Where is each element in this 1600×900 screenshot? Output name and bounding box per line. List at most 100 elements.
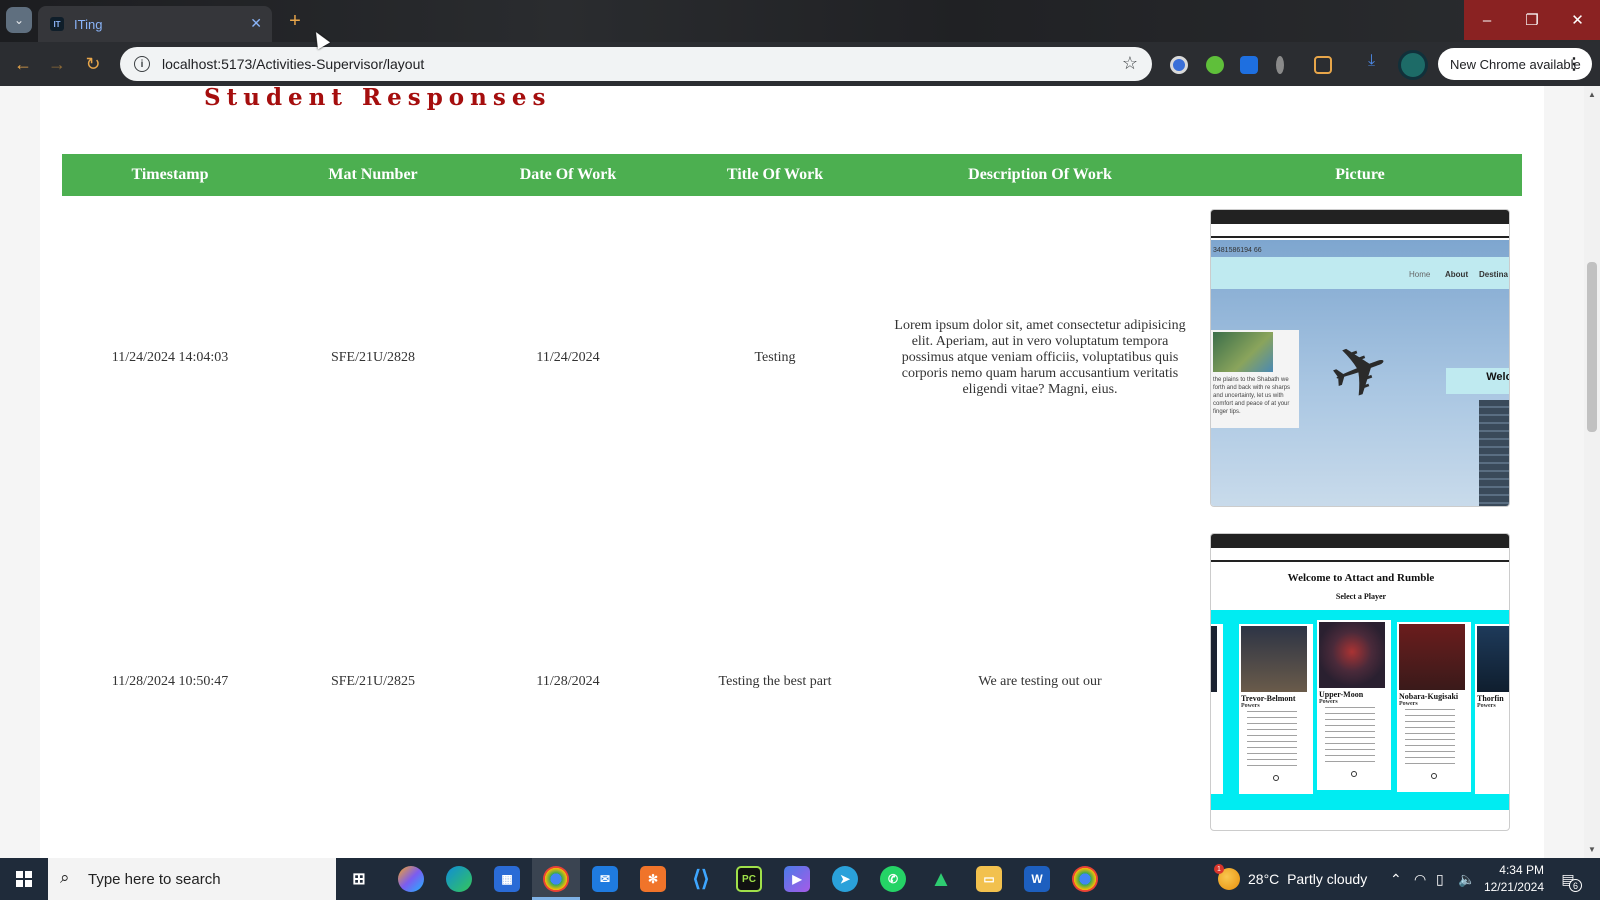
back-arrow-icon[interactable]: ←: [10, 51, 36, 77]
thumbnail-info-card: the plains to the Shabath we forth and b…: [1211, 329, 1299, 428]
thumbnail-nav-destination: Destina: [1479, 269, 1508, 279]
cell-title-of-work: Testing the best part: [718, 674, 832, 689]
search-placeholder: Type here to search: [88, 870, 221, 888]
file-explorer-icon[interactable]: ▭: [976, 866, 1002, 892]
column-header-date-of-work: Date Of Work: [468, 154, 668, 196]
cell-date-of-work: 11/28/2024: [536, 674, 600, 689]
select-radio[interactable]: [1431, 773, 1437, 779]
select-radio[interactable]: [1351, 771, 1357, 777]
mail-icon[interactable]: ✉: [592, 866, 618, 892]
browser-tab[interactable]: IT ITing ✕: [38, 6, 272, 42]
chevron-up-icon[interactable]: ⌃: [1390, 871, 1402, 888]
player-name: Thorfin: [1477, 694, 1504, 703]
notification-center-icon[interactable]: ▤ 6: [1554, 866, 1582, 892]
chrome-icon[interactable]: [543, 866, 569, 892]
scrollbar-thumb[interactable]: [1587, 262, 1597, 432]
description-text: Lorem ipsum dolor sit, amet consectetur …: [894, 317, 1186, 397]
tab-search-button[interactable]: ⌄: [6, 7, 32, 33]
close-icon[interactable]: ✕: [250, 15, 262, 32]
xampp-icon[interactable]: ✻: [640, 866, 666, 892]
reload-icon[interactable]: ↻: [80, 51, 106, 77]
player-name: Trevor-Belmont: [1241, 694, 1296, 703]
submission-image[interactable]: Welcome to Attact and Rumble Select a Pl…: [1210, 533, 1510, 831]
taskbar-search-box[interactable]: ⌕ Type here to search: [48, 858, 336, 900]
thumbnail-landscape-image: [1213, 331, 1273, 372]
powers-list: [1247, 711, 1297, 771]
triangle-app-icon[interactable]: ▲: [928, 866, 954, 892]
telegram-icon[interactable]: ➤: [832, 866, 858, 892]
pycharm-icon[interactable]: PC: [736, 866, 762, 892]
tab-title: ITing: [74, 16, 103, 32]
store-icon[interactable]: ▦: [494, 866, 520, 892]
powers-label: Powers: [1319, 699, 1338, 705]
thumbnail-card-text: the plains to the Shabath we forth and b…: [1213, 376, 1291, 415]
weather-badge: 1: [1214, 864, 1224, 874]
page-content: Student Responses Timestamp Mat Number D…: [40, 86, 1544, 858]
powers-list: [1325, 707, 1375, 767]
extension-circle-icon[interactable]: [1170, 56, 1188, 74]
cell-mat-number: SFE/21U/2825: [330, 674, 415, 689]
thumbnail-browser-bar: [1211, 534, 1509, 548]
powers-label: Powers: [1241, 703, 1260, 709]
player-portrait: [1319, 622, 1385, 688]
task-view-icon[interactable]: ⊞: [346, 866, 372, 892]
minimize-button[interactable]: –: [1464, 0, 1510, 40]
start-button[interactable]: [0, 858, 48, 900]
player-portrait: [1241, 626, 1307, 692]
extension-blue-icon[interactable]: [1240, 56, 1258, 74]
thumbnail-url-bar: [1211, 548, 1509, 562]
page-scrollbar[interactable]: ▲ ▼: [1584, 86, 1600, 858]
cell-description: We are testing out our: [978, 674, 1102, 689]
extension-green-icon[interactable]: [1206, 56, 1224, 74]
table-header-row: Timestamp Mat Number Date Of Work Title …: [62, 154, 1522, 196]
puzzle-icon[interactable]: [1314, 56, 1332, 74]
thumbnail-navbar: Home About Destina: [1211, 256, 1509, 289]
site-info-icon[interactable]: i: [134, 56, 150, 72]
thumbnail-nav-about: About: [1445, 269, 1469, 279]
thumbnail-game-title: Welcome to Attact and Rumble: [1287, 572, 1435, 584]
forward-arrow-icon[interactable]: →: [44, 51, 70, 77]
player-card: Thorfin Powers: [1475, 624, 1509, 794]
maximize-button[interactable]: ❐: [1509, 0, 1555, 40]
whatsapp-icon[interactable]: ✆: [880, 866, 906, 892]
powers-label: Powers: [1477, 703, 1496, 709]
system-clock[interactable]: 4:34 PM 12/21/2024: [1450, 862, 1544, 896]
extension-grey-icon[interactable]: [1276, 56, 1284, 74]
scroll-up-arrow-icon[interactable]: ▲: [1588, 90, 1596, 99]
url-text: localhost:5173/Activities-Supervisor/lay…: [162, 56, 425, 72]
column-header-mat-number: Mat Number: [278, 154, 468, 196]
player-portrait: [1477, 626, 1509, 692]
battery-icon[interactable]: ▯: [1436, 871, 1444, 888]
edge-icon[interactable]: [446, 866, 472, 892]
search-icon: ⌕: [60, 868, 70, 887]
word-icon[interactable]: W: [1024, 866, 1050, 892]
kebab-menu-icon[interactable]: ⋮: [1566, 54, 1582, 74]
copilot-icon[interactable]: [398, 866, 424, 892]
weather-widget[interactable]: 1 28°C Partly cloudy: [1214, 858, 1368, 900]
address-bar[interactable]: i localhost:5173/Activities-Supervisor/l…: [120, 47, 1152, 81]
new-tab-button[interactable]: +: [282, 8, 308, 34]
cell-picture: Welcome to Attact and Rumble Select a Pl…: [1198, 519, 1522, 845]
cell-timestamp: 11/24/2024 14:04:03: [111, 349, 229, 365]
close-window-button[interactable]: ✕: [1555, 0, 1600, 40]
scroll-down-arrow-icon[interactable]: ▼: [1588, 845, 1596, 854]
tab-favicon: IT: [50, 17, 64, 31]
new-chrome-available-button[interactable]: New Chrome available ⋮: [1438, 48, 1592, 80]
submission-image[interactable]: 3481586194 66 Home About Destina the pla…: [1210, 208, 1510, 507]
media-player-icon[interactable]: ▶: [784, 866, 810, 892]
profile-avatar[interactable]: [1398, 50, 1428, 80]
thumbnail-nav-home: Home: [1409, 269, 1431, 279]
weather-condition: Partly cloudy: [1287, 871, 1368, 887]
vscode-icon[interactable]: ⟨⟩: [688, 866, 714, 892]
heading-container: Student Responses: [112, 86, 612, 142]
chrome-profile-icon[interactable]: [1072, 866, 1098, 892]
browser-tab-strip: ⌄ IT ITing ✕ + – ❐ ✕: [0, 0, 1600, 42]
table-row: 11/24/2024 14:04:03 SFE/21U/2828 11/24/2…: [62, 196, 1522, 519]
bookmark-star-icon[interactable]: ☆: [1122, 53, 1138, 74]
cell-date-of-work: 11/24/2024: [536, 349, 600, 365]
wifi-icon[interactable]: ◠: [1414, 871, 1426, 888]
download-icon[interactable]: ⤓: [1368, 52, 1386, 70]
select-radio[interactable]: [1273, 775, 1279, 781]
player-card: [1211, 624, 1223, 794]
plus-icon: +: [289, 9, 301, 32]
